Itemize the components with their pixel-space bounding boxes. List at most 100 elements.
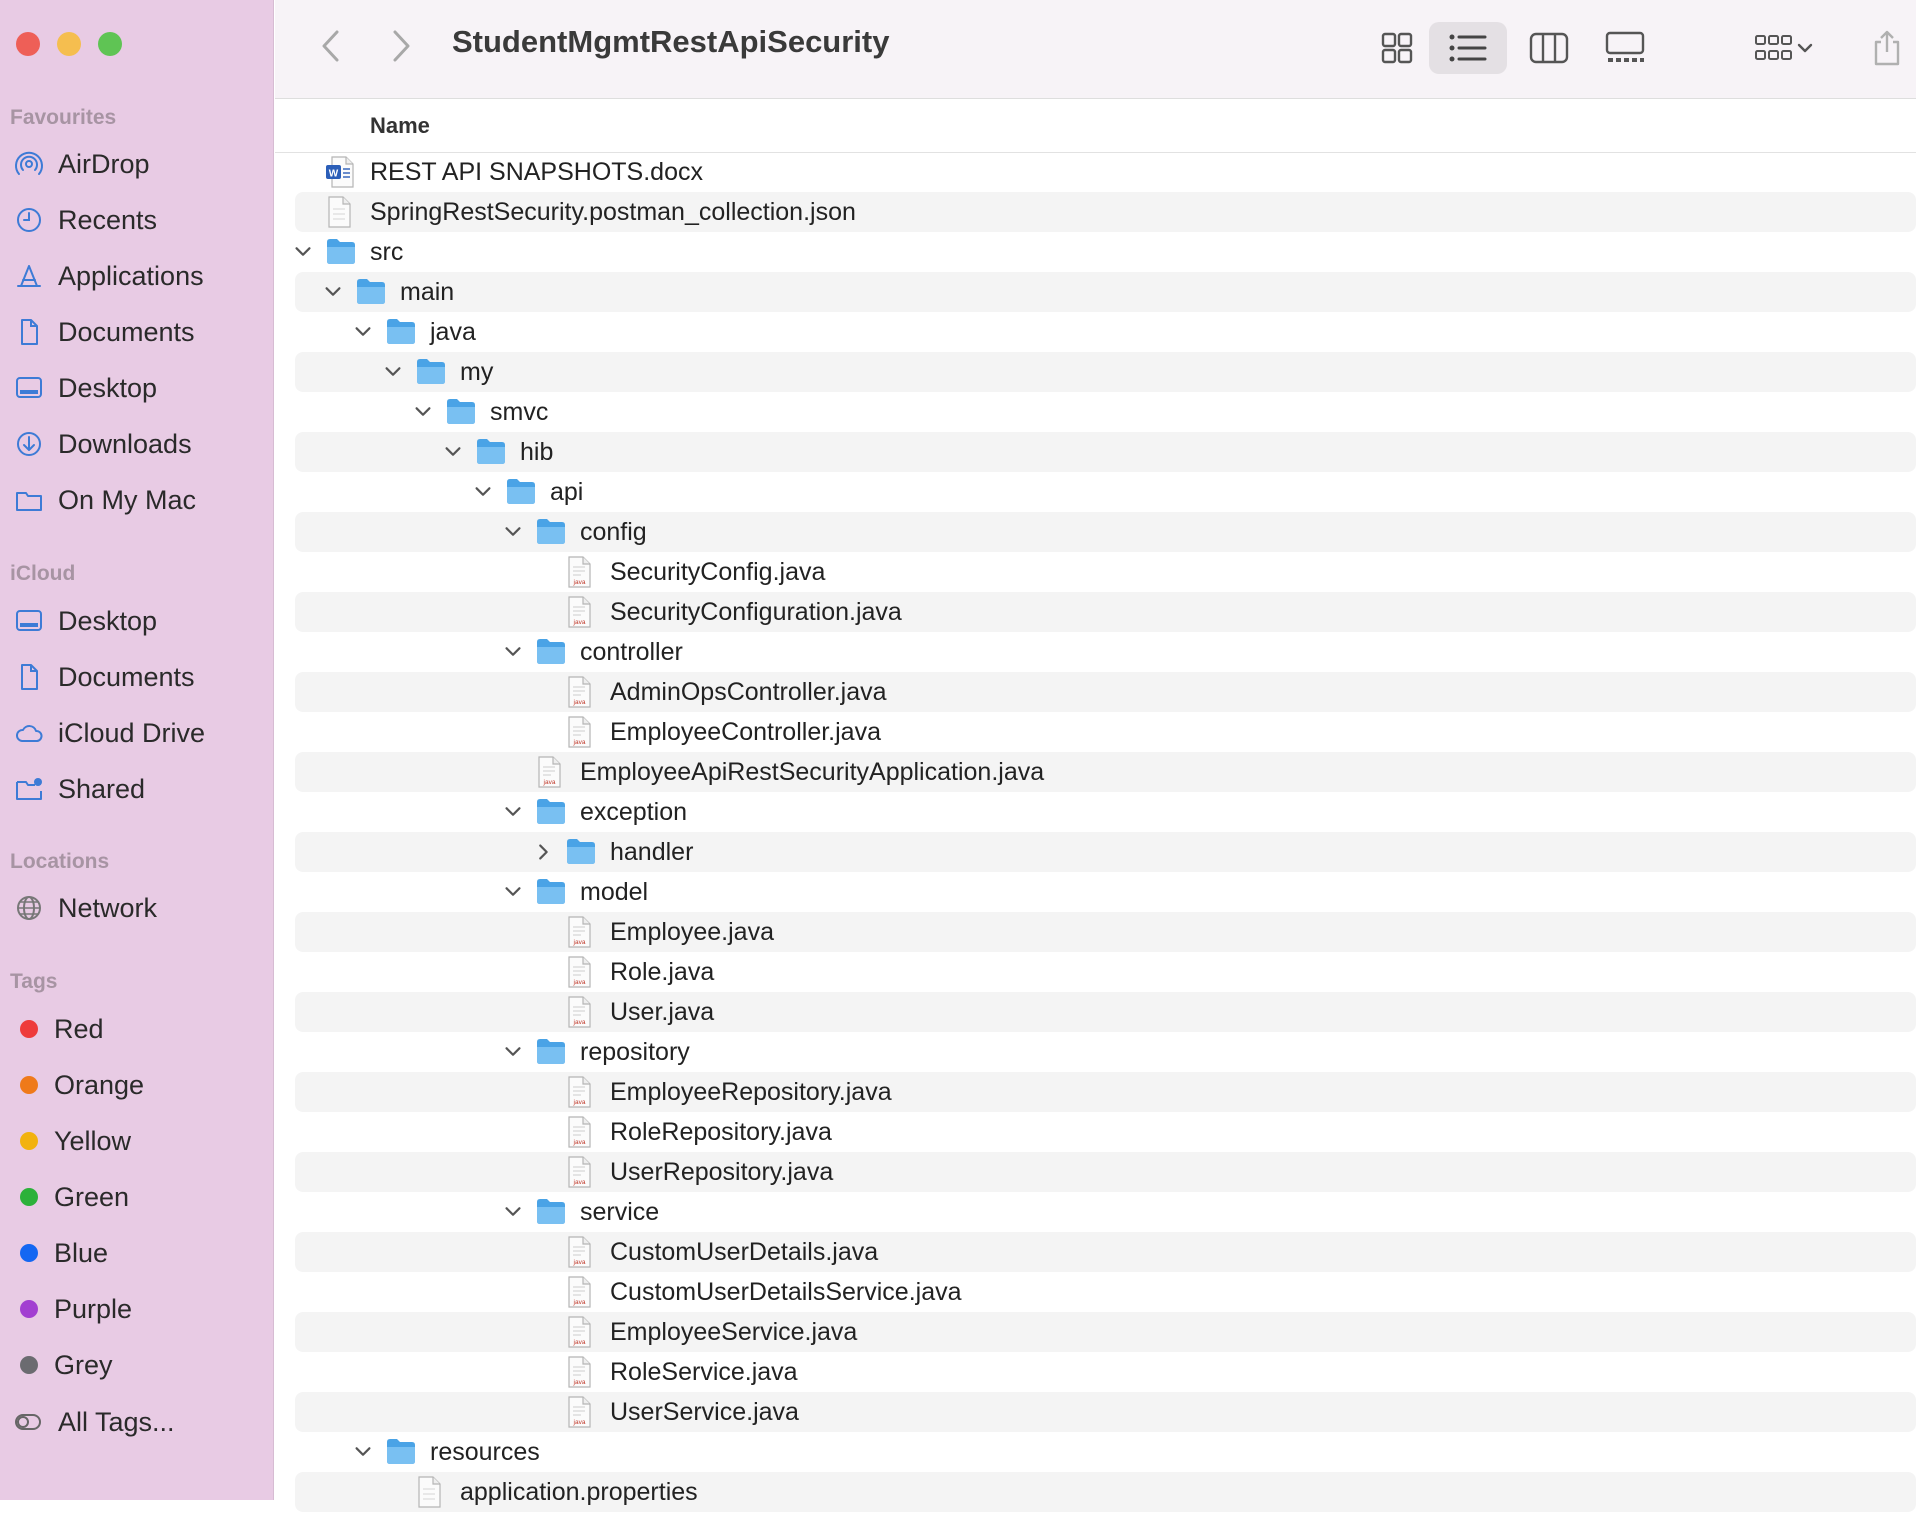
disclosure-chevron-down-icon[interactable]	[319, 278, 347, 306]
file-row[interactable]: java Role.java	[295, 952, 1916, 992]
file-row[interactable]: java SecurityConfig.java	[295, 552, 1916, 592]
sidebar-item-documents[interactable]: Documents	[12, 312, 195, 352]
file-name: Employee.java	[610, 917, 774, 946]
folder-row[interactable]: smvc	[295, 392, 1916, 432]
sidebar-item-desktop[interactable]: Desktop	[12, 601, 157, 641]
file-name: UserService.java	[610, 1397, 799, 1426]
file-row[interactable]: java CustomUserDetails.java	[295, 1232, 1916, 1272]
sidebar-item-label: Yellow	[54, 1125, 132, 1156]
disclosure-chevron-right-icon[interactable]	[529, 838, 557, 866]
disclosure-chevron-down-icon[interactable]	[499, 878, 527, 906]
sidebar-item-label: Orange	[54, 1069, 145, 1100]
sidebar-item-shared[interactable]: Shared	[12, 769, 145, 809]
sidebar-tag-purple[interactable]: Purple	[12, 1289, 132, 1329]
sidebar-item-network[interactable]: Network	[12, 888, 157, 928]
sidebar-item-airdrop[interactable]: AirDrop	[12, 144, 150, 184]
folder-icon	[325, 236, 355, 268]
file-row[interactable]: java SecurityConfiguration.java	[295, 592, 1916, 632]
tag-color-dot	[20, 1076, 38, 1094]
disclosure-chevron-down-icon[interactable]	[469, 478, 497, 506]
close-window-button[interactable]	[16, 32, 40, 56]
share-button[interactable]	[1865, 22, 1909, 74]
forward-button[interactable]	[381, 24, 421, 68]
gallery-view-button[interactable]	[1595, 22, 1655, 74]
sidebar-item-applications[interactable]: Applications	[12, 256, 204, 296]
sidebar-tag-yellow[interactable]: Yellow	[12, 1121, 131, 1161]
file-row[interactable]: java EmployeeService.java	[295, 1312, 1916, 1352]
disclosure-chevron-down-icon[interactable]	[499, 1038, 527, 1066]
file-row[interactable]: java RoleService.java	[295, 1352, 1916, 1392]
desktop-icon	[12, 604, 46, 638]
folder-row[interactable]: api	[295, 472, 1916, 512]
file-name: main	[400, 277, 455, 306]
disclosure-chevron-down-icon[interactable]	[499, 518, 527, 546]
sidebar-tag-orange[interactable]: Orange	[12, 1065, 144, 1105]
sidebar-item-downloads[interactable]: Downloads	[12, 424, 192, 464]
file-name: handler	[610, 837, 694, 866]
disclosure-chevron-down-icon[interactable]	[349, 318, 377, 346]
sidebar-item-on-my-mac[interactable]: On My Mac	[12, 480, 196, 520]
svg-text:W: W	[329, 169, 339, 180]
sidebar-item-recents[interactable]: Recents	[12, 200, 157, 240]
back-button[interactable]	[311, 24, 351, 68]
file-row[interactable]: application.properties	[295, 1472, 1916, 1512]
file-row[interactable]: java EmployeeController.java	[295, 712, 1916, 752]
disclosure-chevron-down-icon[interactable]	[349, 1438, 377, 1466]
name-column-header[interactable]: Name	[370, 113, 430, 139]
folder-row[interactable]: my	[295, 352, 1916, 392]
disclosure-chevron-down-icon[interactable]	[499, 638, 527, 666]
folder-row[interactable]: exception	[295, 792, 1916, 832]
folder-row[interactable]: resources	[295, 1432, 1916, 1472]
file-row[interactable]: SpringRestSecurity.postman_collection.js…	[295, 192, 1916, 232]
sidebar-tag-grey[interactable]: Grey	[12, 1345, 113, 1385]
folder-icon	[535, 636, 565, 668]
sidebar-item-icloud-drive[interactable]: iCloud Drive	[12, 713, 205, 753]
folder-row[interactable]: src	[295, 232, 1916, 272]
disclosure-chevron-down-icon[interactable]	[289, 238, 317, 266]
file-row[interactable]: java EmployeeApiRestSecurityApplication.j…	[295, 752, 1916, 792]
file-row[interactable]: java CustomUserDetailsService.java	[295, 1272, 1916, 1312]
folder-row[interactable]: controller	[295, 632, 1916, 672]
icon-view-button[interactable]	[1369, 22, 1425, 74]
minimize-window-button[interactable]	[57, 32, 81, 56]
file-row[interactable]: java UserService.java	[295, 1392, 1916, 1432]
file-name: config	[580, 517, 647, 546]
file-row[interactable]: java EmployeeRepository.java	[295, 1072, 1916, 1112]
disclosure-chevron-down-icon[interactable]	[499, 1198, 527, 1226]
disclosure-chevron-down-icon[interactable]	[409, 398, 437, 426]
file-name: resources	[430, 1437, 540, 1466]
disclosure-chevron-down-icon[interactable]	[379, 358, 407, 386]
file-row[interactable]: W REST API SNAPSHOTS.docx	[295, 152, 1916, 192]
folder-icon	[385, 316, 415, 348]
sidebar-tag-blue[interactable]: Blue	[12, 1233, 108, 1273]
folder-row[interactable]: service	[295, 1192, 1916, 1232]
file-row[interactable]: java AdminOpsController.java	[295, 672, 1916, 712]
folder-row[interactable]: config	[295, 512, 1916, 552]
zoom-window-button[interactable]	[98, 32, 122, 56]
sidebar-tag-red[interactable]: Red	[12, 1009, 104, 1049]
disclosure-chevron-down-icon[interactable]	[499, 798, 527, 826]
file-row[interactable]: java User.java	[295, 992, 1916, 1032]
sidebar-tag-green[interactable]: Green	[12, 1177, 129, 1217]
file-row[interactable]: java RoleRepository.java	[295, 1112, 1916, 1152]
folder-row[interactable]: java	[295, 312, 1916, 352]
file-row[interactable]: java Employee.java	[295, 912, 1916, 952]
folder-row[interactable]: main	[295, 272, 1916, 312]
disclosure-chevron-down-icon[interactable]	[439, 438, 467, 466]
sidebar-item-all-tags[interactable]: All Tags...	[12, 1402, 175, 1442]
file-name: repository	[580, 1037, 690, 1066]
grid-view-icon	[1381, 32, 1413, 64]
folder-row[interactable]: handler	[295, 832, 1916, 872]
folder-icon	[505, 476, 535, 508]
list-view-button[interactable]	[1429, 22, 1507, 74]
file-row[interactable]: java UserRepository.java	[295, 1152, 1916, 1192]
folder-row[interactable]: repository	[295, 1032, 1916, 1072]
sidebar-item-desktop[interactable]: Desktop	[12, 368, 157, 408]
column-view-button[interactable]	[1519, 22, 1579, 74]
sidebar-item-documents[interactable]: Documents	[12, 657, 195, 697]
group-by-menu-button[interactable]	[1745, 22, 1825, 74]
window-title: StudentMgmtRestApiSecurity	[452, 24, 890, 59]
toolbar: StudentMgmtRestApiSecurity	[275, 0, 1916, 99]
folder-row[interactable]: hib	[295, 432, 1916, 472]
folder-row[interactable]: model	[295, 872, 1916, 912]
